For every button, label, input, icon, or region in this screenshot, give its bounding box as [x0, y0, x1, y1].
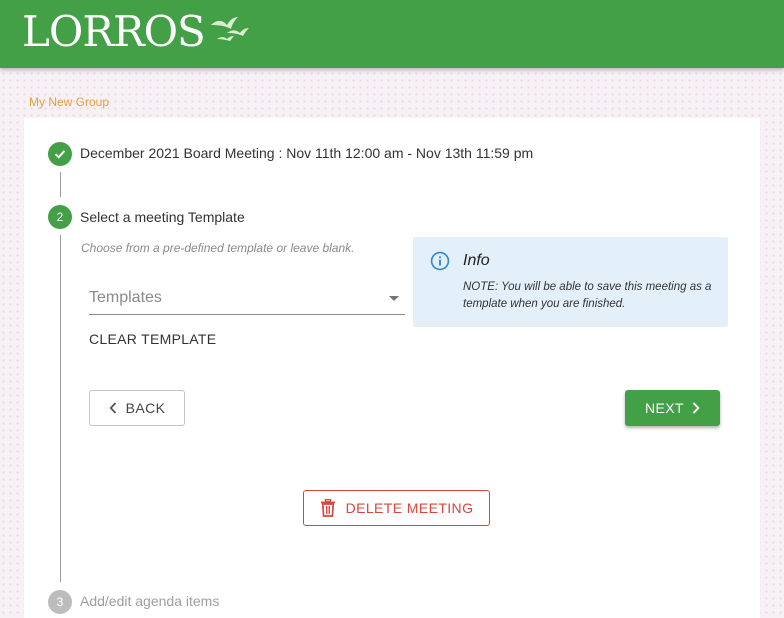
delete-meeting-button[interactable]: DELETE MEETING — [303, 490, 490, 526]
step-3-number: 3 — [56, 595, 64, 609]
step-2-content-line — [60, 235, 61, 582]
templates-select[interactable]: Templates — [89, 283, 405, 315]
delete-meeting-label: DELETE MEETING — [345, 500, 474, 516]
template-hint: Choose from a pre-defined template or le… — [81, 241, 355, 255]
step-1-indicator — [48, 142, 72, 166]
breadcrumb[interactable]: My New Group — [29, 95, 109, 109]
chevron-right-icon — [692, 402, 700, 414]
templates-select-placeholder: Templates — [89, 289, 162, 306]
logo[interactable]: LORROS — [22, 4, 251, 60]
back-button-label: BACK — [125, 400, 166, 416]
info-box: Info NOTE: You will be able to save this… — [413, 237, 728, 327]
step-3-label[interactable]: Add/edit agenda items — [80, 593, 219, 609]
back-button[interactable]: BACK — [89, 390, 185, 426]
caret-down-icon[interactable] — [389, 296, 399, 301]
clear-template-button[interactable]: CLEAR TEMPLATE — [89, 331, 216, 347]
step-2-indicator: 2 — [48, 205, 72, 229]
step-1-label[interactable]: December 2021 Board Meeting : Nov 11th 1… — [80, 145, 533, 161]
next-button[interactable]: NEXT — [625, 390, 720, 426]
check-icon — [54, 150, 66, 159]
info-icon — [430, 251, 450, 271]
logo-text: LORROS — [22, 7, 206, 56]
breadcrumb-group[interactable]: My New Group — [29, 95, 109, 109]
chevron-left-icon — [109, 402, 117, 414]
app-header: LORROS — [0, 0, 784, 68]
step-3-indicator: 3 — [48, 590, 72, 614]
next-button-label: NEXT — [645, 400, 684, 416]
step-connector — [60, 172, 61, 197]
info-note: NOTE: You will be able to save this meet… — [463, 281, 712, 310]
info-title: Info — [463, 252, 490, 269]
trash-icon — [320, 499, 336, 517]
stepper-card — [24, 118, 760, 618]
birds-logo-icon — [210, 17, 249, 41]
step-2-label[interactable]: Select a meeting Template — [80, 209, 245, 225]
step-2-number: 2 — [56, 210, 64, 224]
